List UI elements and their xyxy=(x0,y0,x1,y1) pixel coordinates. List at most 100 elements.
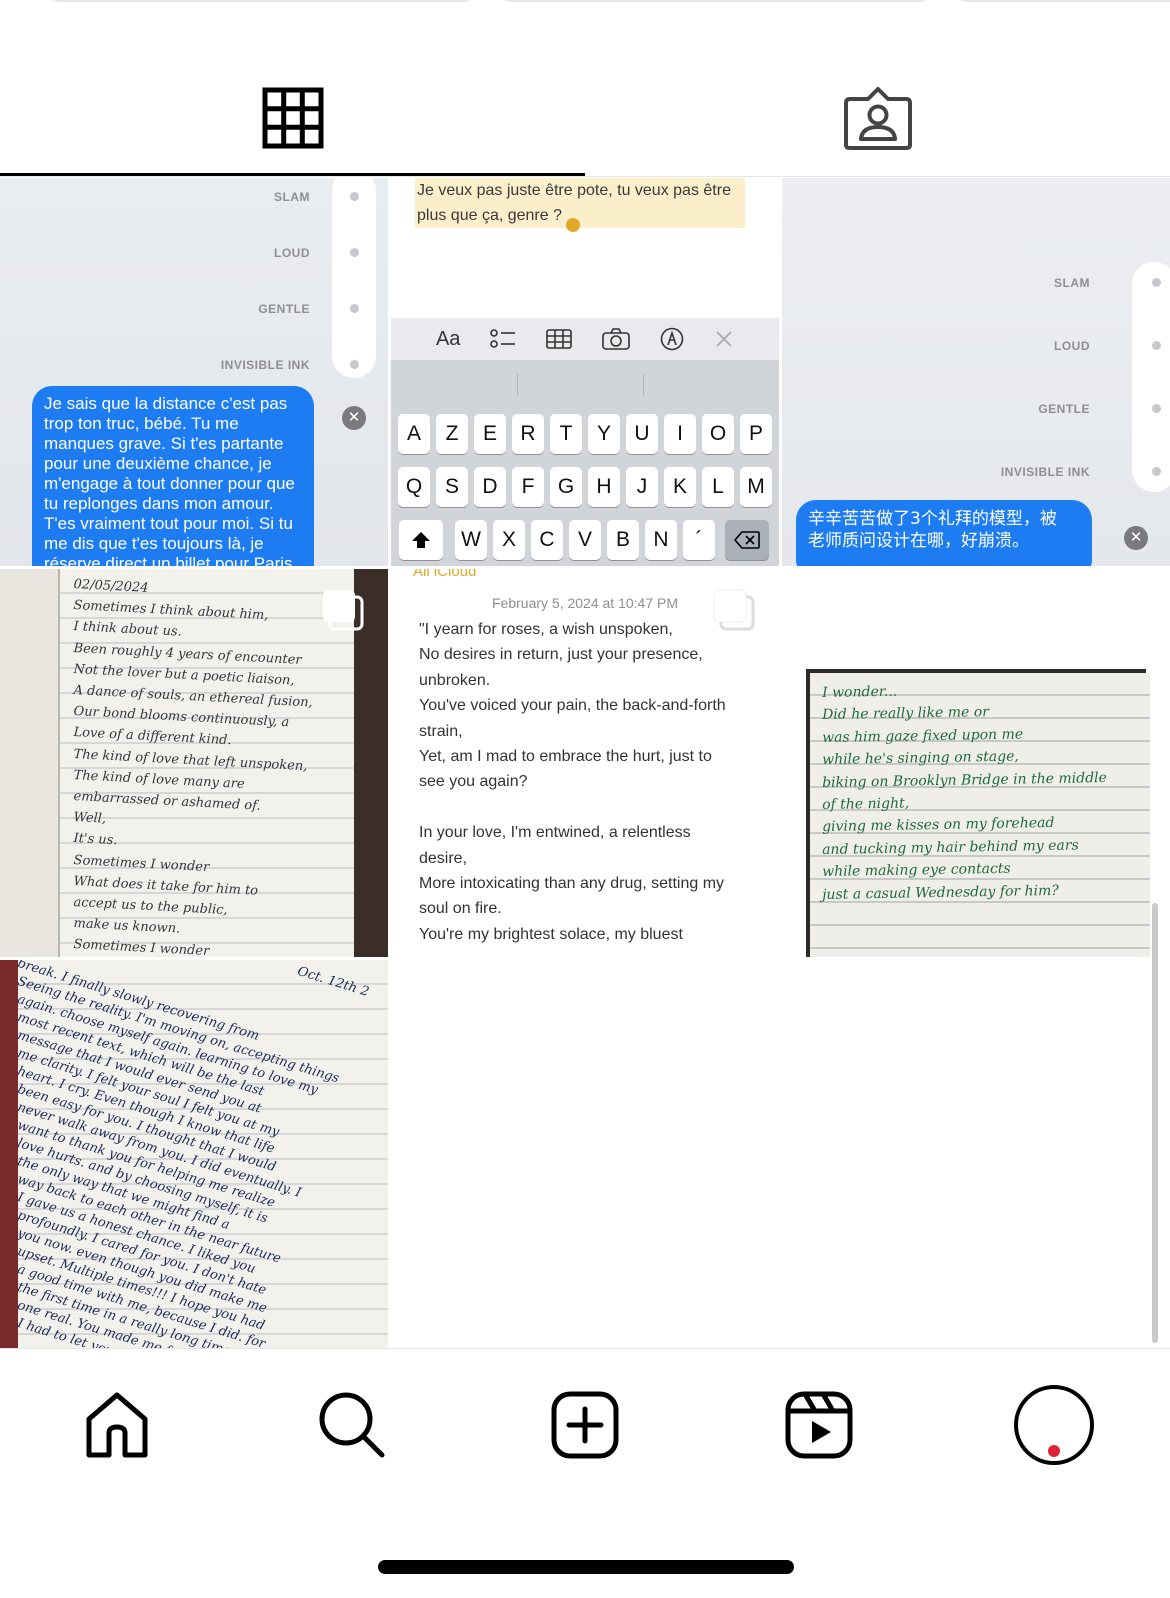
key[interactable]: F xyxy=(512,467,544,507)
close-icon[interactable]: ✕ xyxy=(342,406,366,430)
key[interactable]: Y xyxy=(588,414,620,454)
key[interactable]: ´ xyxy=(683,520,715,560)
shift-key[interactable] xyxy=(399,520,443,560)
share-profile-button[interactable] xyxy=(498,0,932,2)
effect-radio xyxy=(350,304,359,313)
search-icon xyxy=(319,1392,385,1458)
checklist-icon[interactable] xyxy=(490,328,516,350)
format-button[interactable]: Aa xyxy=(436,328,460,351)
note-line: Yet, am I mad to embrace the hurt, just … xyxy=(419,748,712,765)
note-line: You've voiced your pain, the back-and-fo… xyxy=(419,697,726,715)
post-3[interactable]: SLAM LOUD GENTLE INVISIBLE INK 辛辛苦苦做了3个礼… xyxy=(782,178,1170,566)
post-1[interactable]: SLAM LOUD GENTLE INVISIBLE INK Je sais q… xyxy=(0,178,388,566)
home-indicator[interactable] xyxy=(378,1560,794,1574)
key[interactable]: G xyxy=(550,467,582,507)
message-line: 辛辛苦苦做了3个礼拜的模型，被 xyxy=(808,509,1057,529)
table-icon[interactable] xyxy=(546,329,573,349)
key[interactable]: I xyxy=(664,414,696,454)
key[interactable]: M xyxy=(740,467,772,507)
effect-radio xyxy=(350,360,359,369)
effect-radio xyxy=(1152,278,1161,287)
effect-radio xyxy=(1152,467,1161,476)
effect-slam[interactable]: SLAM xyxy=(1054,276,1090,290)
handwriting-line: The kind of love many are xyxy=(73,767,246,792)
close-icon[interactable]: ✕ xyxy=(1124,526,1148,550)
post-2[interactable]: Je veux pas juste être pote, tu veux pas… xyxy=(391,178,779,566)
note-line: desire, xyxy=(419,849,468,867)
key[interactable]: H xyxy=(588,467,620,507)
key[interactable]: K xyxy=(664,467,696,507)
tagged-person-icon xyxy=(843,87,912,150)
nav-create[interactable] xyxy=(549,1389,621,1461)
message-line: me dis que t'es toujours là, je xyxy=(44,534,264,553)
message-line: 老师质问设计在哪，好崩溃。 xyxy=(808,531,1029,551)
text-cursor-handle[interactable] xyxy=(566,218,580,232)
key[interactable]: S xyxy=(436,467,468,507)
message-line: pour une deuxième chance, je xyxy=(44,454,272,473)
note-line: More intoxicating than any drug, setting… xyxy=(419,875,725,892)
key[interactable]: L xyxy=(702,467,734,507)
effect-gentle[interactable]: GENTLE xyxy=(258,302,310,316)
backspace-key[interactable] xyxy=(725,520,769,560)
post-6[interactable]: I wonder... Did he really like me or was h… xyxy=(782,569,1170,957)
key[interactable]: U xyxy=(626,414,658,454)
message-line: Je sais que la distance c'est pas xyxy=(44,394,288,413)
key[interactable]: T xyxy=(550,414,582,454)
note-line: unbroken. xyxy=(419,671,491,689)
camera-icon[interactable] xyxy=(602,328,630,350)
reels-icon xyxy=(785,1391,853,1459)
handwriting-line: Sometimes I wonder xyxy=(73,937,210,957)
key[interactable]: A xyxy=(398,414,430,454)
effect-loud[interactable]: LOUD xyxy=(1054,339,1090,353)
effect-invisible-ink[interactable]: INVISIBLE INK xyxy=(1001,465,1090,479)
note-line: strain, xyxy=(419,722,463,740)
note-line: You're my brightest solace, my bluest xyxy=(419,925,683,943)
effect-gentle[interactable]: GENTLE xyxy=(1038,402,1090,416)
key[interactable]: W xyxy=(455,520,487,560)
key[interactable]: B xyxy=(607,520,639,560)
close-icon[interactable] xyxy=(714,329,734,349)
key[interactable]: E xyxy=(474,414,506,454)
note-line: plus que ça, genre ? xyxy=(417,203,562,228)
markup-pen-icon[interactable] xyxy=(660,327,684,351)
post-4[interactable]: 02/05/2024 Sometimes I think about him, I … xyxy=(0,569,388,957)
message-line: trop ton truc, bébé. Tu me xyxy=(44,414,239,433)
edit-profile-button[interactable] xyxy=(46,0,476,2)
key[interactable]: R xyxy=(512,414,544,454)
effect-invisible-ink[interactable]: INVISIBLE INK xyxy=(221,358,310,372)
key[interactable]: O xyxy=(702,414,734,454)
nav-reels[interactable] xyxy=(783,1389,855,1461)
key[interactable]: X xyxy=(493,520,525,560)
profile-tabs xyxy=(0,60,1170,178)
back-link[interactable]: All iCloud xyxy=(413,569,476,580)
post-7[interactable]: break. I finally slowly recovering from S… xyxy=(0,960,388,1348)
key[interactable]: N xyxy=(645,520,677,560)
key[interactable]: C xyxy=(531,520,563,560)
nav-home[interactable] xyxy=(81,1389,153,1461)
keyboard-row-1: AZERTYUIOP xyxy=(391,414,779,454)
key[interactable]: J xyxy=(626,467,658,507)
nav-search[interactable] xyxy=(316,1389,388,1461)
key[interactable]: Q xyxy=(398,467,430,507)
key[interactable]: Z xyxy=(436,414,468,454)
handwriting-block: break. I finally slowly recovering from S… xyxy=(0,960,388,1348)
effects-track xyxy=(332,178,376,378)
handwriting-line: was him gaze fixed upon me xyxy=(822,726,1024,746)
message-line: T'es vraiment tout pour moi. Si tu xyxy=(44,514,293,533)
key[interactable]: P xyxy=(740,414,772,454)
key[interactable]: D xyxy=(474,467,506,507)
notification-dot xyxy=(1048,1445,1060,1457)
effect-radio xyxy=(1152,341,1161,350)
tab-tagged[interactable] xyxy=(585,60,1170,176)
tab-posts-grid[interactable] xyxy=(0,60,585,176)
discover-people-button[interactable] xyxy=(954,0,1170,2)
effect-slam[interactable]: SLAM xyxy=(274,190,310,204)
effect-loud[interactable]: LOUD xyxy=(274,246,310,260)
handwriting-line: of the night, xyxy=(822,795,910,813)
key[interactable]: V xyxy=(569,520,601,560)
effect-radio xyxy=(350,248,359,257)
scrollbar[interactable] xyxy=(1152,903,1158,1343)
handwriting-line: Sometimes I wonder xyxy=(73,852,210,875)
post-5[interactable]: All iCloud February 5, 2024 at 10:47 PM … xyxy=(391,569,779,957)
note-line: No desires in return, just your presence… xyxy=(419,646,703,664)
